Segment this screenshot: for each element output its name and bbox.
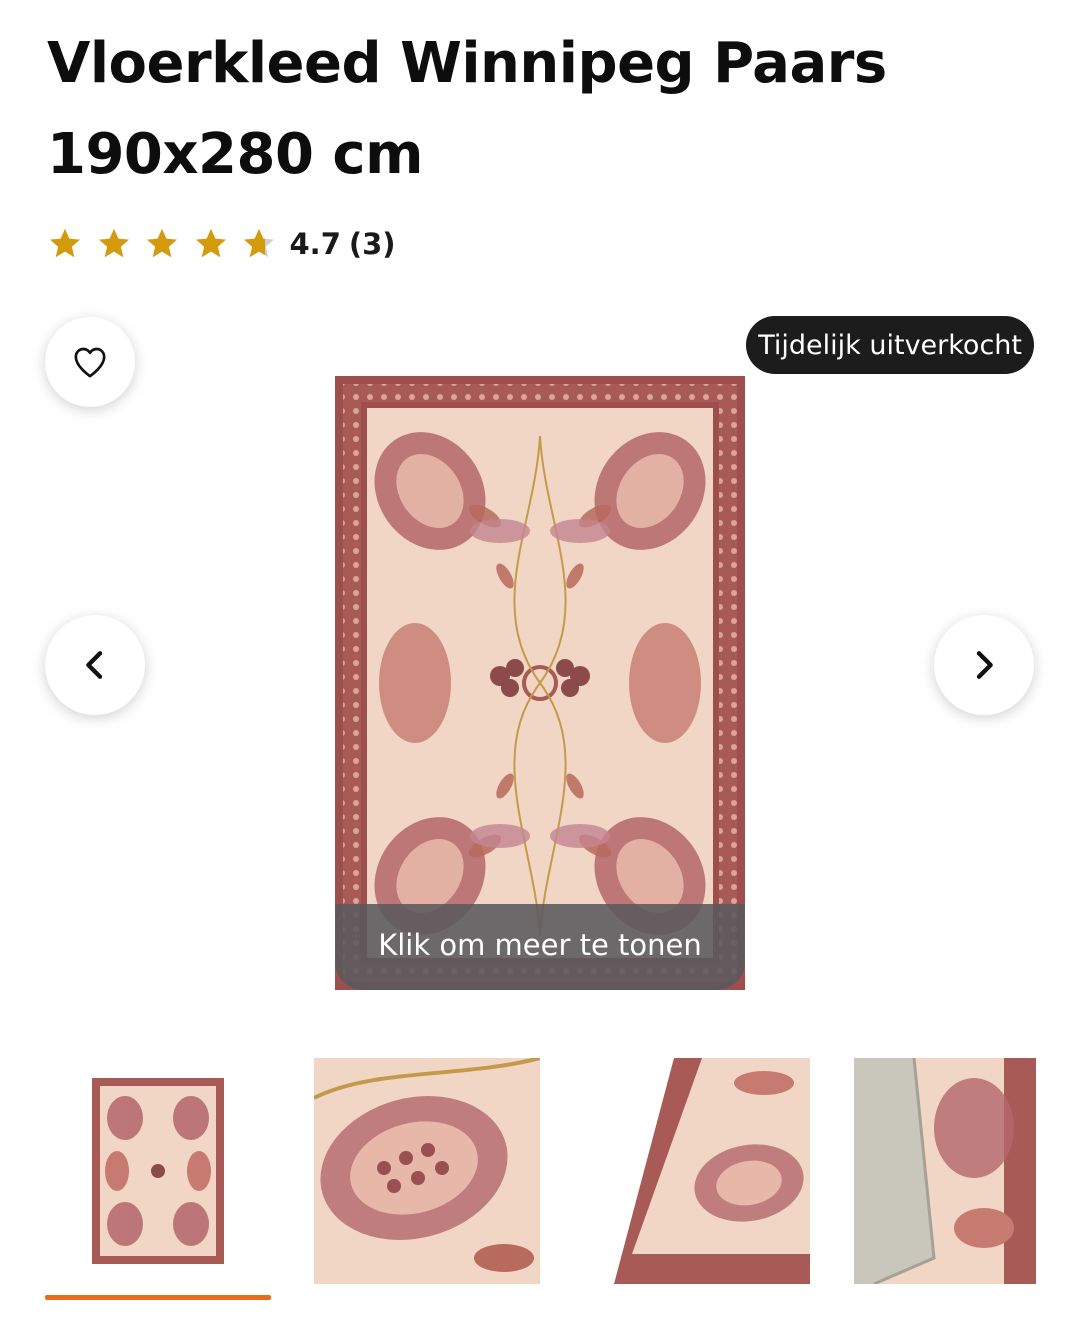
rug-image: [335, 376, 745, 990]
thumbnail-strip: [0, 1040, 1080, 1310]
product-title-line-2: 190x280 cm: [47, 122, 423, 187]
thumbnail-image: [854, 1058, 1036, 1284]
product-title-line-1: Vloerkleed Winnipeg Paars: [47, 31, 887, 96]
thumbnail-corner-view[interactable]: [584, 1058, 810, 1284]
status-badge: Tijdelijk uitverkocht: [746, 316, 1034, 374]
product-rating[interactable]: 4.7 (3): [47, 222, 396, 266]
thumbnail-image: [45, 1058, 271, 1284]
wishlist-button[interactable]: [45, 317, 135, 407]
main-product-image[interactable]: [335, 376, 745, 990]
thumbnail-image: [584, 1058, 810, 1284]
next-image-button[interactable]: [934, 615, 1034, 715]
previous-image-button[interactable]: [45, 615, 145, 715]
image-gallery: Tijdelijk uitverkocht Klik om meer te to…: [0, 300, 1080, 1020]
star-icon: [98, 228, 129, 258]
thumbnail-detail-closeup[interactable]: [314, 1058, 540, 1284]
rating-summary: 4.7 (3): [290, 227, 396, 261]
star-icon: [147, 228, 177, 258]
star-icon: [50, 228, 80, 258]
star-icon: [244, 228, 274, 258]
rating-value: 4.7: [289, 227, 341, 261]
chevron-left-icon: [86, 651, 103, 679]
show-more-overlay[interactable]: Klik om meer te tonen: [335, 904, 745, 990]
active-thumbnail-indicator: [45, 1295, 271, 1300]
product-title: Vloerkleed Winnipeg Paars 190x280 cm: [47, 18, 1047, 200]
star-icon: [195, 228, 226, 258]
thumbnail-image: [314, 1058, 540, 1284]
chevron-right-icon: [976, 651, 993, 679]
rating-stars: [47, 226, 290, 262]
heart-icon: [74, 347, 106, 378]
thumbnail-full-rug[interactable]: [45, 1058, 271, 1284]
rating-count: (3): [348, 227, 396, 261]
thumbnail-backside-view[interactable]: [854, 1058, 1036, 1284]
